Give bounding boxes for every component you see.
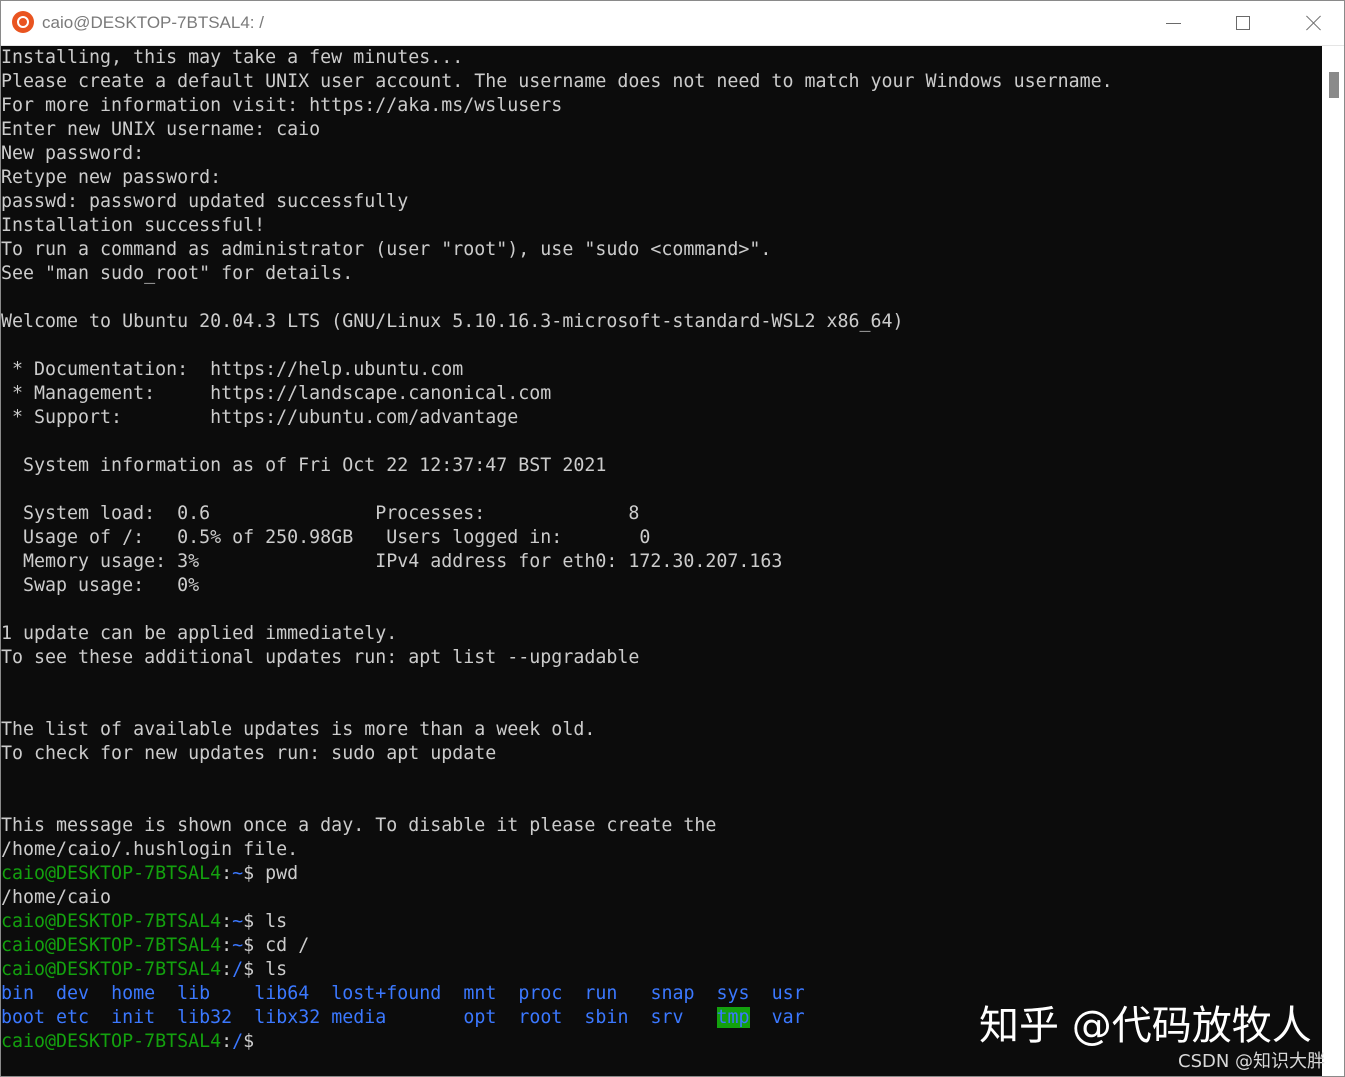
directory-entry: home: [111, 983, 156, 1004]
close-button[interactable]: [1279, 1, 1344, 45]
close-icon: [1306, 15, 1322, 31]
directory-entry: dev: [56, 983, 90, 1004]
prompt-line: caio@DESKTOP-7BTSAL4:/$ ls: [1, 959, 288, 980]
prompt-path: ~: [232, 863, 244, 884]
output-line: Please create a default UNIX user accoun…: [1, 71, 1113, 92]
directory-entry: sbin: [584, 1007, 629, 1028]
output-line: The list of available updates is more th…: [1, 719, 596, 740]
output-line: For more information visit: https://aka.…: [1, 95, 563, 116]
prompt-user: caio@DESKTOP-7BTSAL4: [1, 959, 222, 980]
prompt-line: caio@DESKTOP-7BTSAL4:~$ ls: [1, 911, 288, 932]
output-line: System information as of Fri Oct 22 12:3…: [1, 455, 607, 476]
command-text: cd /: [265, 935, 310, 956]
directory-entry: mnt: [463, 983, 497, 1004]
output-line: * Support: https://ubuntu.com/advantage: [1, 407, 519, 428]
output-line: * Documentation: https://help.ubuntu.com: [1, 359, 464, 380]
prompt-path: ~: [232, 935, 244, 956]
maximize-button[interactable]: [1209, 1, 1277, 45]
prompt-user: caio@DESKTOP-7BTSAL4: [1, 911, 222, 932]
title-bar[interactable]: caio@DESKTOP-7BTSAL4: /: [1, 1, 1344, 46]
output-line: Enter new UNIX username: caio: [1, 119, 321, 140]
output-line: Installation successful!: [1, 215, 266, 236]
minimize-button[interactable]: [1139, 1, 1207, 45]
directory-entry: run: [584, 983, 618, 1004]
output-line: Memory usage: 3% IPv4 address for eth0: …: [1, 551, 783, 572]
prompt-user: caio@DESKTOP-7BTSAL4: [1, 863, 222, 884]
output-line: 1 update can be applied immediately.: [1, 623, 398, 644]
output-line: /home/caio/.hushlogin file.: [1, 839, 299, 860]
directory-entry: lib32: [177, 1007, 233, 1028]
output-line: To see these additional updates run: apt…: [1, 647, 640, 668]
directory-entry: boot: [1, 1007, 46, 1028]
directory-entry: lib64: [254, 983, 310, 1004]
zhihu-watermark: 知乎 @代码放牧人: [979, 1003, 1312, 1049]
directory-entry: snap: [650, 983, 695, 1004]
directory-entry: bin: [1, 983, 35, 1004]
prompt-path: /: [232, 1031, 244, 1052]
output-line: See "man sudo_root" for details.: [1, 263, 354, 284]
output-line: To run a command as administrator (user …: [1, 239, 772, 260]
directory-entry: libx32: [254, 1007, 321, 1028]
prompt-path: ~: [232, 911, 244, 932]
output-line: System load: 0.6 Processes: 8: [1, 503, 640, 524]
output-line: * Management: https://landscape.canonica…: [1, 383, 552, 404]
output-line: To check for new updates run: sudo apt u…: [1, 743, 497, 764]
vertical-scrollbar[interactable]: [1322, 46, 1344, 1076]
directory-entry: var: [771, 1007, 805, 1028]
directory-entry: init: [111, 1007, 156, 1028]
output-line: Welcome to Ubuntu 20.04.3 LTS (GNU/Linux…: [1, 311, 904, 332]
output-line: Installing, this may take a few minutes.…: [1, 47, 464, 68]
terminal-window: caio@DESKTOP-7BTSAL4: / Installing, this…: [0, 0, 1345, 1077]
directory-entry: opt: [463, 1007, 497, 1028]
directory-entry: tmp: [716, 1007, 750, 1028]
directory-entry: media: [331, 1007, 387, 1028]
output-line: New password:: [1, 143, 145, 164]
directory-entry: srv: [650, 1007, 684, 1028]
prompt-user: caio@DESKTOP-7BTSAL4: [1, 935, 222, 956]
output-line: passwd: password updated successfully: [1, 191, 409, 212]
directory-entry: lib: [177, 983, 211, 1004]
scrollbar-thumb[interactable]: [1329, 72, 1339, 98]
prompt-line: caio@DESKTOP-7BTSAL4:~$ pwd: [1, 863, 299, 884]
command-text: pwd: [265, 863, 299, 884]
window-title: caio@DESKTOP-7BTSAL4: /: [42, 13, 264, 32]
output-line: This message is shown once a day. To dis…: [1, 815, 717, 836]
output-line: Retype new password:: [1, 167, 222, 188]
command-text: ls: [265, 911, 288, 932]
minimize-icon: [1166, 23, 1181, 24]
output-line: /home/caio: [1, 887, 112, 908]
directory-entry: usr: [771, 983, 805, 1004]
command-text: ls: [265, 959, 288, 980]
maximize-icon: [1236, 16, 1250, 30]
prompt-user: caio@DESKTOP-7BTSAL4: [1, 1031, 222, 1052]
directory-entry: lost+found: [331, 983, 442, 1004]
terminal-output[interactable]: Installing, this may take a few minutes.…: [1, 46, 1321, 1076]
prompt-line: caio@DESKTOP-7BTSAL4:~$ cd /: [1, 935, 310, 956]
ubuntu-icon: [12, 11, 34, 33]
output-line: Usage of /: 0.5% of 250.98GB Users logge…: [1, 527, 651, 548]
prompt-path: /: [232, 959, 244, 980]
csdn-watermark: CSDN @知识大胖: [1178, 1051, 1326, 1072]
directory-entry: proc: [518, 983, 563, 1004]
directory-entry: root: [518, 1007, 563, 1028]
directory-entry: etc: [56, 1007, 90, 1028]
output-line: Swap usage: 0%: [1, 575, 200, 596]
directory-entry: sys: [716, 983, 750, 1004]
